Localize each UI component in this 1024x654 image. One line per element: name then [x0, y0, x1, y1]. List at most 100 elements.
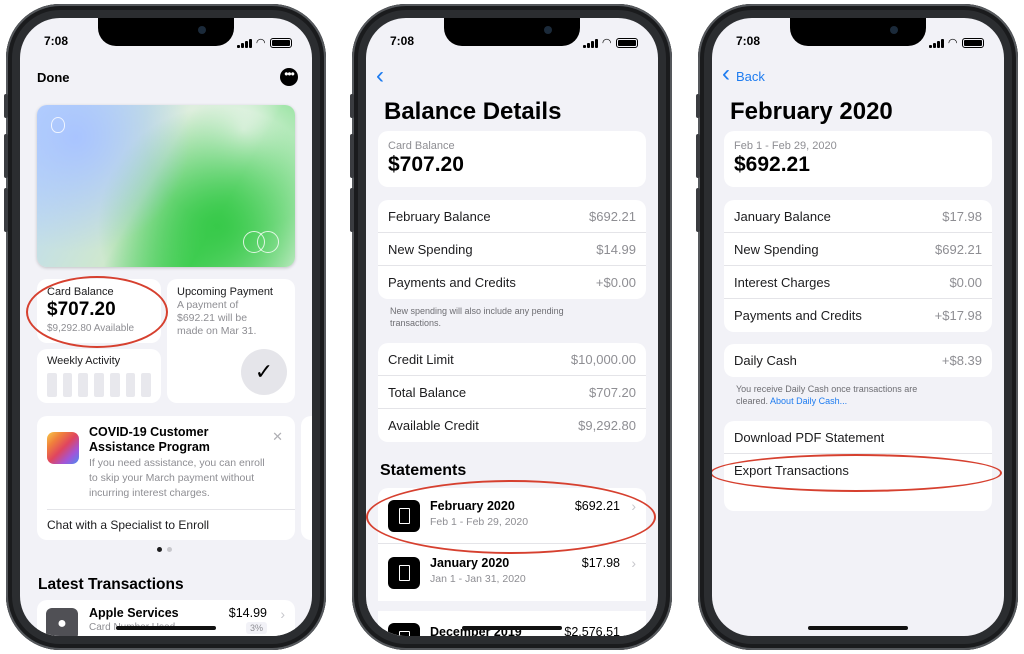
balance-row: February Balance $692.21: [378, 200, 646, 233]
daily-cash-card: Daily Cash +$8.39: [724, 344, 992, 377]
side-button: [696, 94, 700, 118]
phone-frame-statement: 7:08 ◠ ‹ Back February 2020 Feb 1 - Feb …: [696, 4, 1018, 650]
transaction-row[interactable]: ● Apple Services Card Number Used $14.99…: [37, 600, 295, 636]
download-pdf-button[interactable]: Download PDF Statement: [734, 430, 884, 445]
statement-row[interactable]: December 2019 $2,576.51: [378, 611, 646, 636]
signal-icon: [582, 38, 598, 48]
wifi-icon: ◠: [948, 37, 957, 49]
statements-title: Statements: [380, 462, 467, 479]
statement-range: Feb 1 - Feb 29, 2020: [734, 140, 837, 152]
signal-icon: [236, 38, 252, 48]
phone-frame-balance-details: 7:08 ◠ ‹ Balance Details Card Balance $7…: [350, 4, 672, 650]
footnote-line: You receive Daily Cash once transactions…: [736, 384, 918, 394]
upcoming-payment-tile[interactable]: Upcoming Payment A payment of $692.21 wi…: [167, 279, 295, 403]
footnote-line: cleared. About Daily Cash...: [736, 395, 984, 407]
status-time: 7:08: [44, 34, 69, 48]
breakdown-row: Interest Charges $0.00: [724, 266, 992, 299]
notch: [790, 18, 926, 46]
highlight-ring: [366, 480, 656, 554]
back-chevron-icon: ‹: [722, 60, 730, 87]
row-label: Payments and Credits: [388, 275, 516, 290]
done-button[interactable]: Done: [37, 70, 70, 85]
row-label: Credit Limit: [388, 352, 454, 367]
side-button: [4, 188, 8, 232]
covid-body: to skip your March payment without: [89, 472, 255, 484]
page-dots[interactable]: [157, 547, 172, 552]
daily-cash-footnote: You receive Daily Cash once transactions…: [736, 383, 984, 407]
apple-services-icon: ●: [46, 608, 78, 636]
notch: [444, 18, 580, 46]
page-title: Balance Details: [384, 98, 562, 125]
row-label: New Spending: [734, 242, 819, 257]
battery-icon: [616, 37, 638, 48]
covid-title: COVID-19 Customer: [89, 425, 209, 439]
back-label: Back: [736, 69, 765, 84]
row-label: January Balance: [734, 209, 831, 224]
credit-summary: Credit Limit $10,000.00 Total Balance $707…: [378, 343, 646, 442]
footnote-line: transactions.: [390, 318, 442, 328]
covid-title: Assistance Program: [89, 440, 210, 454]
footnote: New spending will also include any pendi…: [390, 305, 638, 329]
statement-balance-value: $692.21: [734, 153, 810, 176]
close-icon[interactable]: ✕: [272, 429, 283, 445]
document-icon: [388, 623, 420, 636]
status-time: 7:08: [736, 34, 761, 48]
next-card-peek: [301, 416, 312, 540]
weekly-activity-tile[interactable]: Weekly Activity: [37, 349, 161, 403]
covid-body: If you need assistance, you can enroll: [89, 457, 265, 469]
screen: 7:08 ◠ Done ••• Card Balance $707.20 $9,…: [20, 18, 312, 636]
statement-amount: $2,576.51: [564, 625, 620, 636]
divider: [47, 509, 295, 510]
more-icon[interactable]: •••: [280, 68, 298, 86]
footnote-text: cleared.: [736, 396, 769, 406]
upcoming-payment-line: A payment of: [177, 299, 239, 311]
row-value: $14.99: [596, 242, 636, 257]
screen: 7:08 ◠ ‹ Balance Details Card Balance $7…: [366, 18, 658, 636]
phone-frame-wallet: 7:08 ◠ Done ••• Card Balance $707.20 $9,…: [4, 4, 326, 650]
card-balance-label: Card Balance: [388, 140, 455, 152]
transaction-name: Apple Services: [89, 606, 179, 620]
page-title: February 2020: [730, 98, 893, 125]
daily-cash-row: Daily Cash +$8.39: [724, 344, 992, 377]
chat-specialist-link[interactable]: Chat with a Specialist to Enroll: [47, 518, 209, 532]
breakdown-row: January Balance $17.98: [724, 200, 992, 233]
apple-card-image[interactable]: [37, 105, 295, 267]
signal-icon: [928, 38, 944, 48]
credit-row: Available Credit $9,292.80: [378, 409, 646, 442]
row-value: +$17.98: [934, 308, 982, 323]
card-balance-card: Card Balance $707.20: [378, 131, 646, 187]
notch: [98, 18, 234, 46]
statement-amount: $17.98: [581, 556, 620, 570]
download-pdf-row[interactable]: Download PDF Statement: [724, 421, 992, 454]
side-button: [350, 188, 354, 232]
side-button: [696, 134, 700, 178]
covid-body: incurring interest charges.: [89, 487, 210, 499]
covid-notice-card[interactable]: COVID-19 Customer Assistance Program ✕ I…: [37, 416, 295, 540]
side-button: [4, 94, 8, 118]
screen: 7:08 ◠ ‹ Back February 2020 Feb 1 - Feb …: [712, 18, 1004, 636]
back-chevron-icon[interactable]: ‹: [376, 62, 384, 90]
checkmark-icon[interactable]: ✓: [241, 349, 287, 395]
battery-icon: [270, 37, 292, 48]
row-value: $692.21: [589, 209, 636, 224]
row-value: +$8.39: [941, 353, 982, 368]
balance-breakdown: February Balance $692.21 New Spending $14.…: [378, 200, 646, 299]
upcoming-payment-title: Upcoming Payment: [177, 286, 273, 298]
battery-icon: [962, 37, 984, 48]
row-value: $692.21: [935, 242, 982, 257]
row-value: +$0.00: [595, 275, 636, 290]
row-value: $9,292.80: [578, 418, 636, 433]
row-label: New Spending: [388, 242, 473, 257]
about-daily-cash-link[interactable]: About Daily Cash...: [770, 396, 847, 406]
row-label: Total Balance: [388, 385, 467, 400]
highlight-ring: [712, 454, 1002, 492]
highlight-ring: [26, 276, 168, 348]
chevron-right-icon: ›: [280, 606, 285, 622]
statement-breakdown: January Balance $17.98 New Spending $692.2…: [724, 200, 992, 332]
row-label: Daily Cash: [734, 353, 797, 368]
home-indicator: [116, 626, 216, 630]
weekly-activity-label: Weekly Activity: [47, 355, 121, 367]
card-balance-value: $707.20: [388, 153, 464, 176]
breakdown-row: New Spending $692.21: [724, 233, 992, 266]
list-gap: [366, 601, 658, 611]
